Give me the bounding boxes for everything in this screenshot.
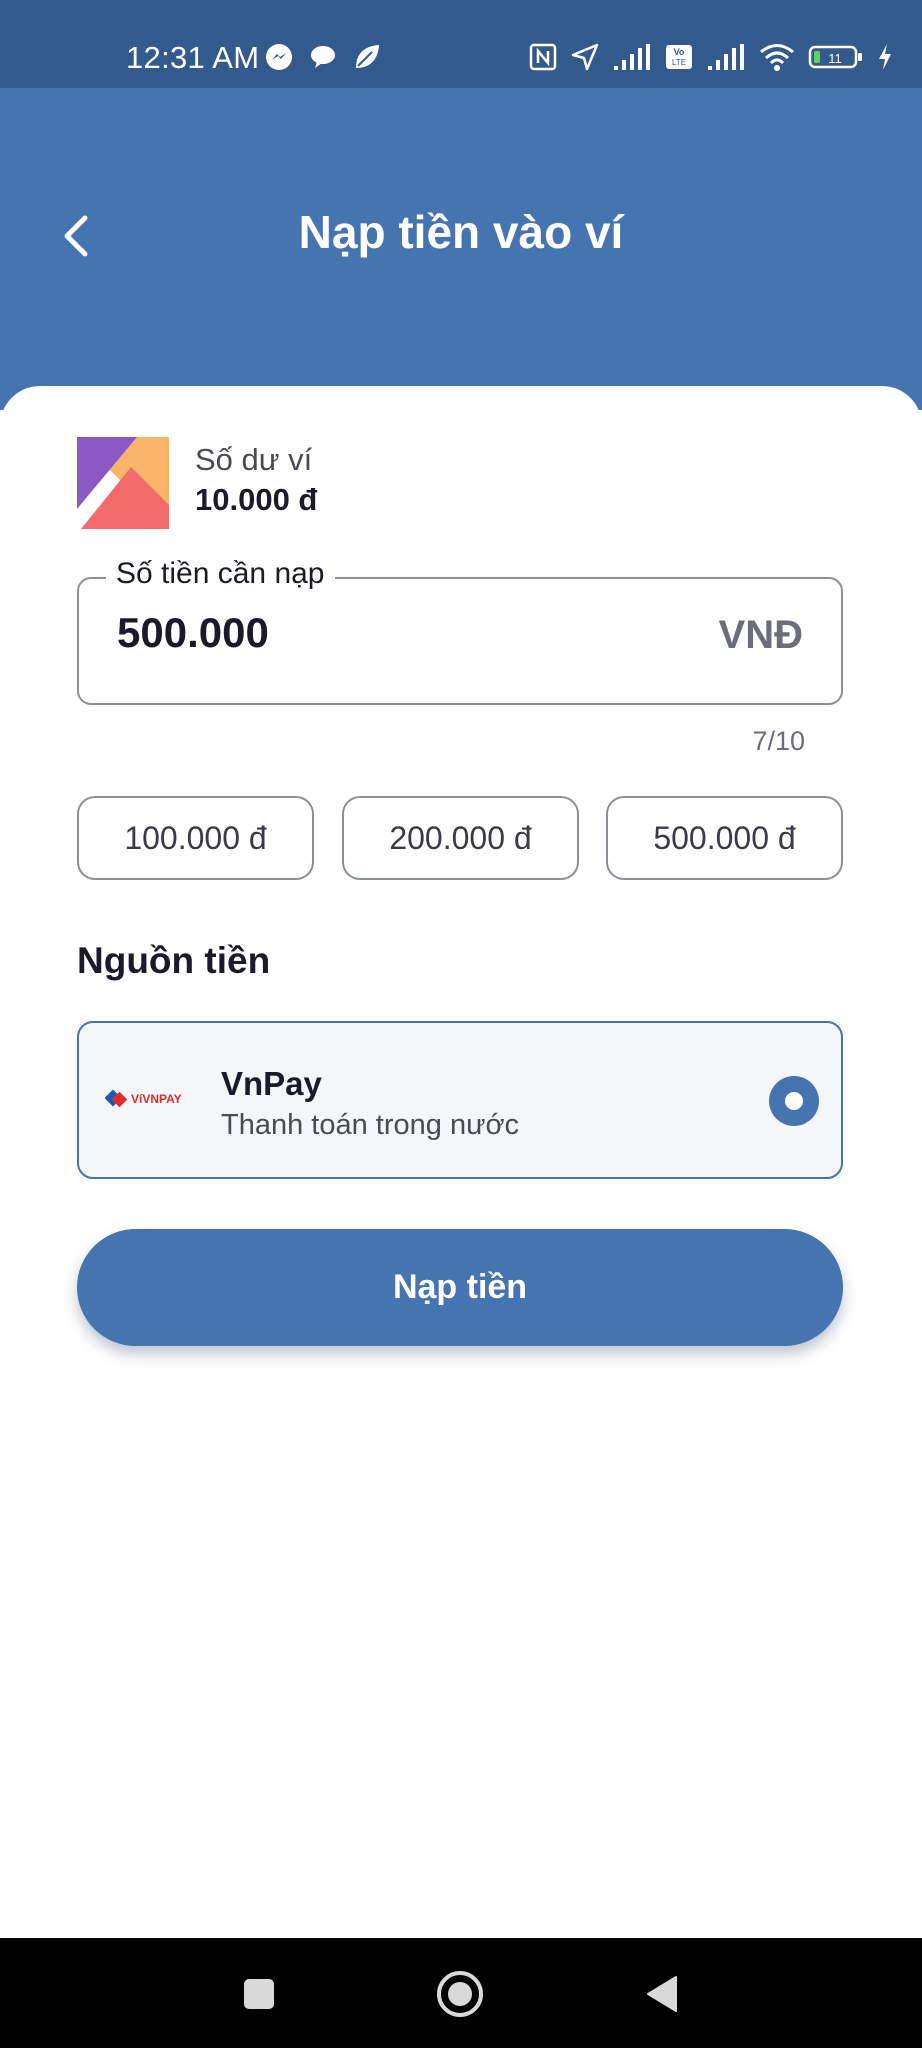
amount-field-label: Số tiền cần nạp (106, 557, 335, 591)
system-nav-bar (0, 1938, 922, 2048)
amount-unit: VNĐ (718, 613, 803, 657)
home-button[interactable] (432, 1966, 488, 2022)
wallet-logo-icon (77, 437, 169, 529)
preset-amount-button[interactable]: 200.000 đ (342, 796, 579, 880)
square-recents-icon (244, 1979, 274, 2009)
triangle-back-icon (647, 1976, 677, 2012)
source-name: VnPay (221, 1065, 322, 1102)
circle-home-icon (437, 1971, 483, 2017)
preset-amount-button[interactable]: 100.000 đ (77, 796, 314, 880)
location-icon (571, 43, 599, 71)
system-icons: Vo LTE 11 (528, 42, 894, 72)
source-description: Thanh toán trong nước (221, 1109, 520, 1141)
battery-icon: 11 (808, 45, 862, 69)
volte-icon: VoLTE (666, 45, 692, 69)
nfc-icon (529, 43, 557, 71)
source-radio-selected[interactable] (769, 1076, 819, 1126)
funding-source-title: Nguồn tiền (77, 940, 271, 981)
vnpay-logo-text: VíVNPAY (131, 1092, 182, 1106)
back-nav-button[interactable] (634, 1966, 690, 2022)
battery-level-text: 11 (828, 51, 842, 66)
signal-icon (614, 44, 650, 70)
svg-text:LTE: LTE (672, 58, 686, 67)
vnpay-source-option[interactable]: VíVNPAY VnPay Thanh toán trong nước (77, 1021, 843, 1179)
page-title: Nạp tiền vào ví (298, 206, 624, 258)
leaf-icon (356, 45, 379, 68)
messenger-icon (266, 44, 292, 70)
wifi-icon (760, 44, 794, 71)
charging-icon (879, 44, 891, 70)
wallet-balance-label: Số dư ví (195, 442, 313, 477)
preset-amount-button[interactable]: 500.000 đ (606, 796, 843, 880)
chat-bubble-icon (311, 46, 335, 68)
vnpay-logo-icon: VíVNPAY (105, 1089, 182, 1108)
amount-field[interactable]: VNĐ (77, 577, 843, 705)
amount-character-counter: 7/10 (752, 726, 805, 756)
signal-icon (708, 44, 744, 70)
status-time: 12:31 AM (126, 40, 260, 75)
amount-input[interactable] (117, 609, 677, 657)
top-up-button[interactable]: Nạp tiền (77, 1229, 843, 1346)
svg-text:Vo: Vo (674, 47, 685, 57)
status-bar: 12:31 AM Vo LTE 11 (0, 0, 922, 88)
wallet-balance-value: 10.000 đ (195, 482, 318, 517)
recents-button[interactable] (231, 1966, 287, 2022)
notification-icons (264, 42, 382, 72)
radio-dot (785, 1092, 803, 1110)
